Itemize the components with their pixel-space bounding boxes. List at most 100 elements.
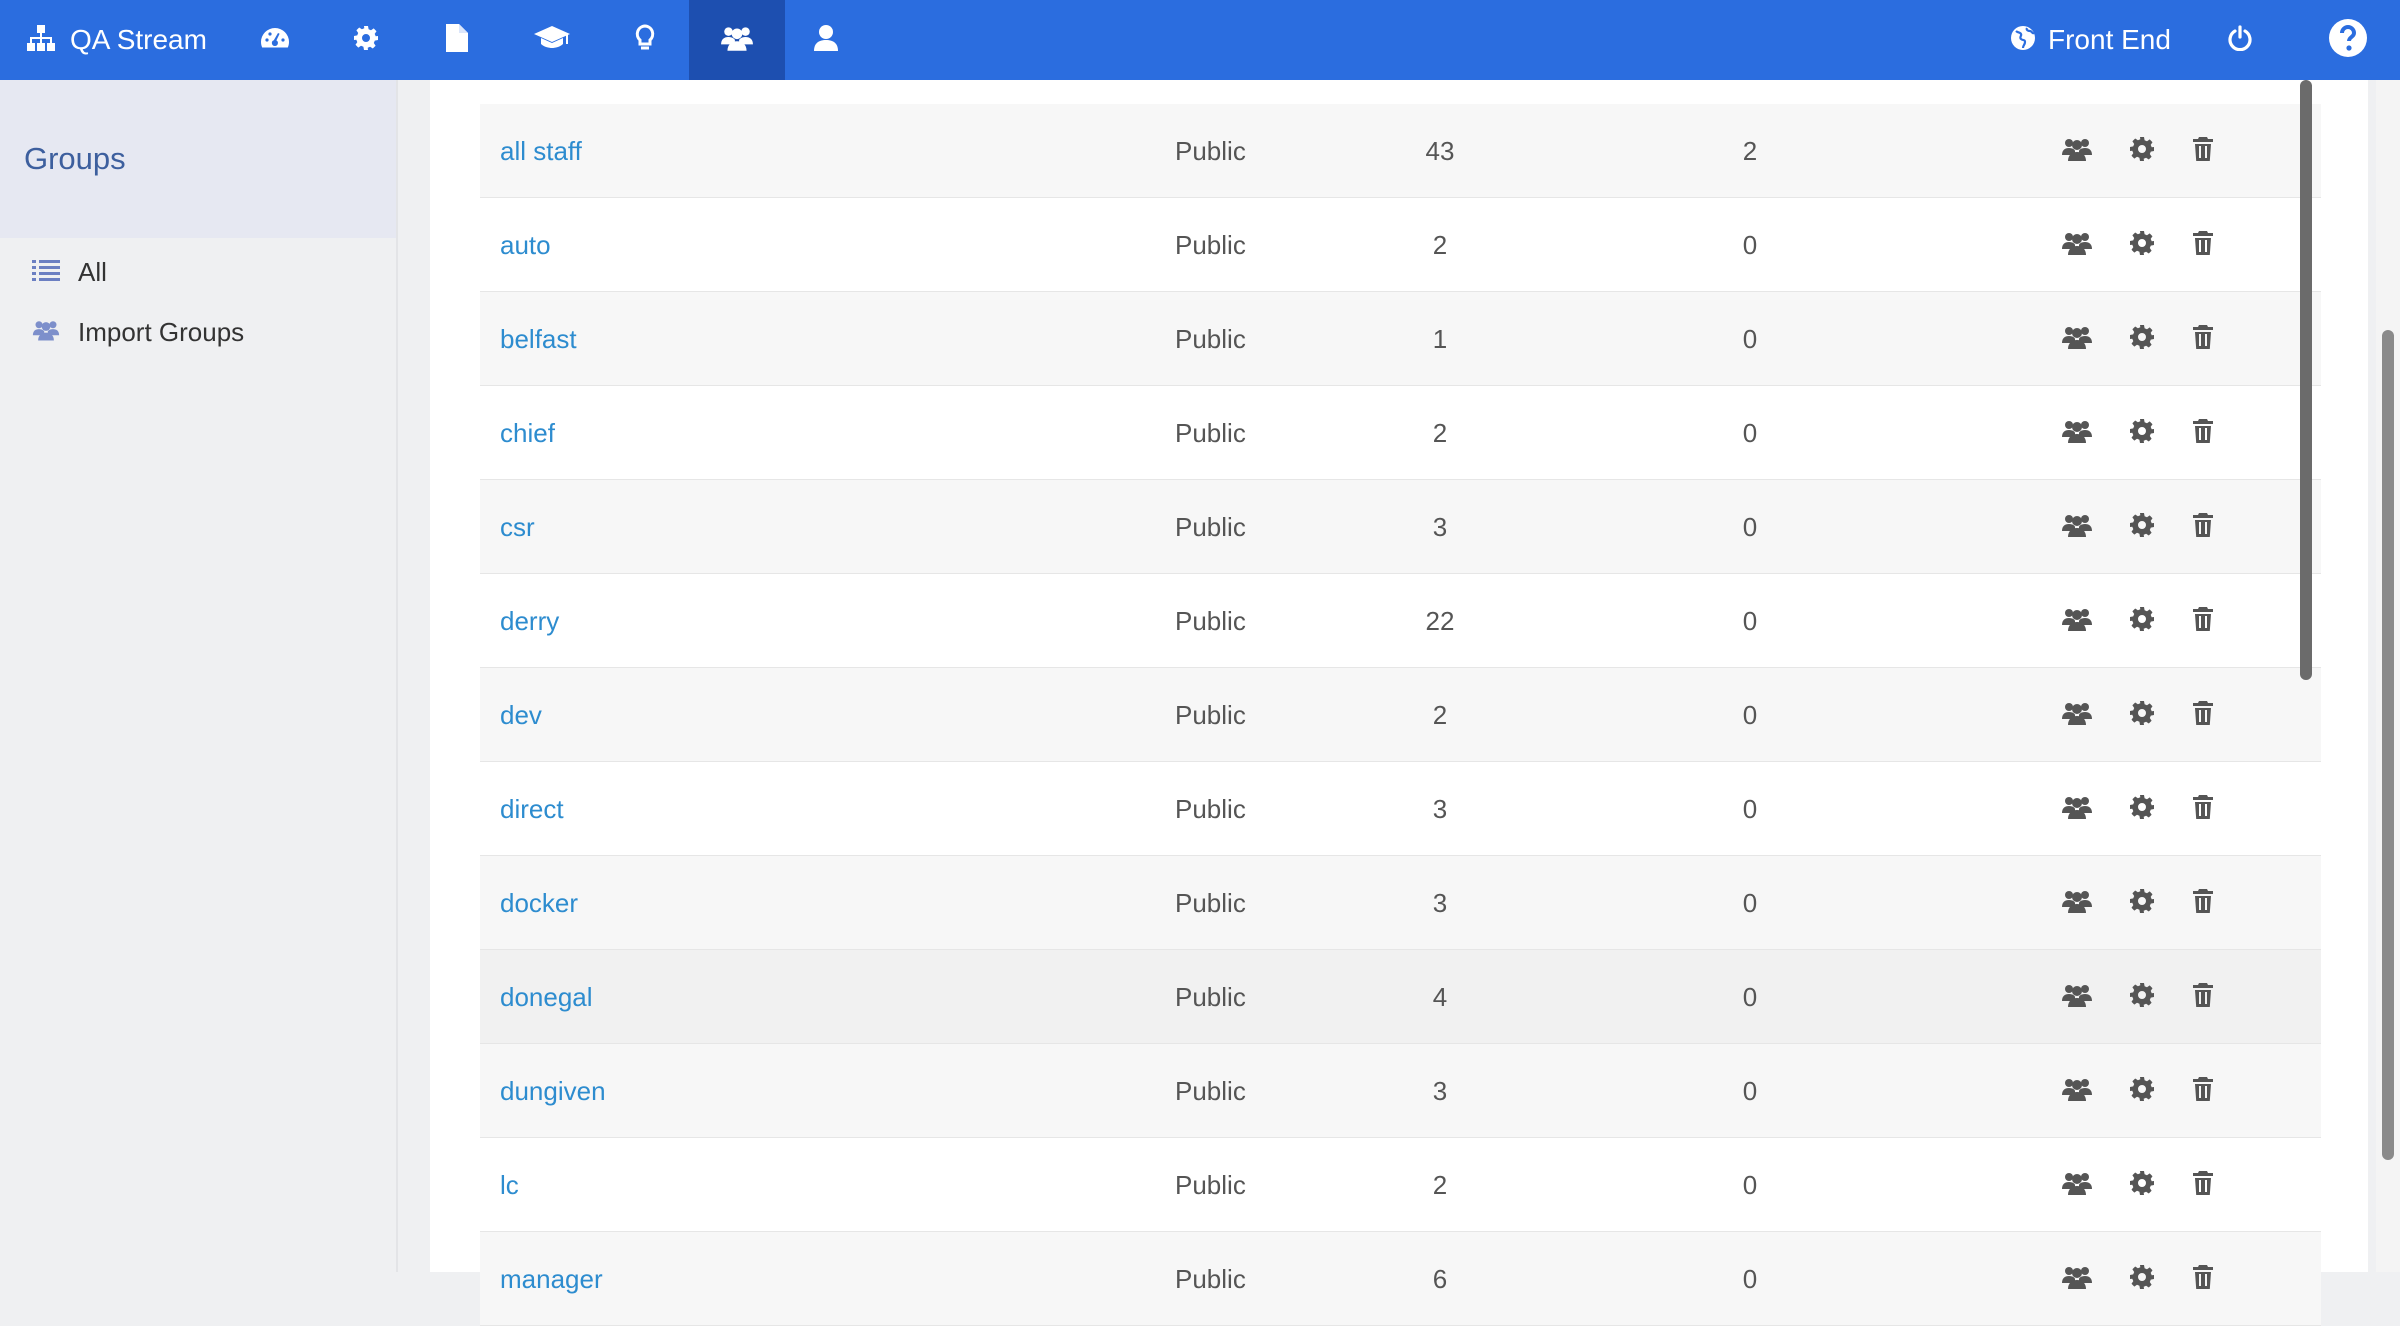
group-settings-button[interactable] <box>2117 480 2167 574</box>
delete-group-button[interactable] <box>2178 668 2228 762</box>
group-settings-button[interactable] <box>2117 198 2167 292</box>
nav-ideas[interactable] <box>597 0 693 80</box>
delete-group-button[interactable] <box>2178 1138 2228 1232</box>
manage-members-button[interactable] <box>2052 292 2102 386</box>
group-settings-button[interactable] <box>2117 1232 2167 1326</box>
group-name-link[interactable]: auto <box>500 198 551 292</box>
group-settings-button[interactable] <box>2117 668 2167 762</box>
front-end-link[interactable]: Front End <box>2010 0 2171 80</box>
manage-members-button[interactable] <box>2052 574 2102 668</box>
nav-documents[interactable] <box>409 0 505 80</box>
manage-members-button[interactable] <box>2052 480 2102 574</box>
sidebar-item-import-groups[interactable]: Import Groups <box>32 310 244 354</box>
delete-group-button[interactable] <box>2178 292 2228 386</box>
delete-group-button[interactable] <box>2178 198 2228 292</box>
table-row: manager Public 6 0 <box>480 1232 2321 1326</box>
manage-members-button[interactable] <box>2052 386 2102 480</box>
manage-members-button[interactable] <box>2052 762 2102 856</box>
group-settings-button[interactable] <box>2117 104 2167 198</box>
group-name-link[interactable]: lc <box>500 1138 519 1232</box>
group-type: Public <box>1175 1075 1246 1106</box>
table-row: dev Public 2 0 <box>480 668 2321 762</box>
group-name-link[interactable]: docker <box>500 856 578 950</box>
logout-button[interactable] <box>2192 0 2288 80</box>
delete-group-button[interactable] <box>2178 480 2228 574</box>
manage-members-button[interactable] <box>2052 198 2102 292</box>
group-type: Public <box>1175 229 1246 260</box>
gear-icon <box>2130 419 2154 448</box>
group-name-link[interactable]: donegal <box>500 950 593 1044</box>
group-settings-button[interactable] <box>2117 1044 2167 1138</box>
group-settings-button[interactable] <box>2117 762 2167 856</box>
delete-group-button[interactable] <box>2178 762 2228 856</box>
nav-groups[interactable] <box>689 0 785 80</box>
table-row: all staff Public 43 2 <box>480 104 2321 198</box>
table-row: direct Public 3 0 <box>480 762 2321 856</box>
group-settings-button[interactable] <box>2117 292 2167 386</box>
delete-group-button[interactable] <box>2178 1232 2228 1326</box>
delete-group-button[interactable] <box>2178 856 2228 950</box>
gear-icon <box>2130 1171 2154 1200</box>
group-settings-button[interactable] <box>2117 856 2167 950</box>
manage-members-button[interactable] <box>2052 104 2102 198</box>
delete-group-button[interactable] <box>2178 104 2228 198</box>
table-row: donegal Public 4 0 <box>480 950 2321 1044</box>
groups-table-panel: all staff Public 43 2 auto Public 2 0 be… <box>430 80 2368 1326</box>
group-secondary-count: 0 <box>1742 1075 1758 1106</box>
group-members-count: 2 <box>1432 699 1448 730</box>
group-secondary-count: 0 <box>1742 511 1758 542</box>
nav-dashboard[interactable] <box>227 0 323 80</box>
gear-icon <box>2130 795 2154 824</box>
nav-settings[interactable] <box>318 0 414 80</box>
nav-users[interactable] <box>778 0 874 80</box>
sidebar-item-all[interactable]: All <box>32 250 107 294</box>
group-settings-button[interactable] <box>2117 574 2167 668</box>
gear-icon <box>2130 607 2154 636</box>
nav-training[interactable] <box>504 0 600 80</box>
group-settings-button[interactable] <box>2117 386 2167 480</box>
group-settings-button[interactable] <box>2117 950 2167 1044</box>
manage-members-button[interactable] <box>2052 1138 2102 1232</box>
group-secondary-count: 0 <box>1742 699 1758 730</box>
delete-group-button[interactable] <box>2178 950 2228 1044</box>
group-members-count: 2 <box>1432 229 1448 260</box>
group-name-link[interactable]: chief <box>500 386 555 480</box>
manage-members-button[interactable] <box>2052 668 2102 762</box>
users-icon <box>32 319 60 346</box>
table-row: auto Public 2 0 <box>480 198 2321 292</box>
group-name-link[interactable]: csr <box>500 480 535 574</box>
page-scrollbar-thumb[interactable] <box>2382 330 2394 1160</box>
group-name-link[interactable]: dev <box>500 668 542 762</box>
delete-group-button[interactable] <box>2178 386 2228 480</box>
graduation-cap-icon <box>534 25 570 55</box>
group-secondary-count: 0 <box>1742 605 1758 636</box>
manage-members-button[interactable] <box>2052 856 2102 950</box>
manage-members-button[interactable] <box>2052 1044 2102 1138</box>
group-members-count: 2 <box>1432 1169 1448 1200</box>
group-name-link[interactable]: direct <box>500 762 564 856</box>
dashboard-icon <box>260 26 290 55</box>
users-icon <box>2061 325 2093 354</box>
group-name-link[interactable]: all staff <box>500 104 582 198</box>
trash-icon <box>2193 1265 2213 1294</box>
delete-group-button[interactable] <box>2178 1044 2228 1138</box>
group-name-link[interactable]: derry <box>500 574 559 668</box>
help-button[interactable] <box>2300 0 2396 80</box>
manage-members-button[interactable] <box>2052 950 2102 1044</box>
sitemap-icon <box>26 24 56 56</box>
file-icon <box>446 23 468 57</box>
brand-link[interactable]: QA Stream <box>26 0 207 80</box>
gear-icon <box>2130 1077 2154 1106</box>
manage-members-button[interactable] <box>2052 1232 2102 1326</box>
group-type: Public <box>1175 887 1246 918</box>
delete-group-button[interactable] <box>2178 574 2228 668</box>
users-icon <box>720 25 754 56</box>
group-name-link[interactable]: manager <box>500 1232 603 1326</box>
group-secondary-count: 0 <box>1742 887 1758 918</box>
group-settings-button[interactable] <box>2117 1138 2167 1232</box>
table-scrollbar[interactable] <box>2300 80 2312 680</box>
group-name-link[interactable]: belfast <box>500 292 577 386</box>
group-name-link[interactable]: dungiven <box>500 1044 606 1138</box>
trash-icon <box>2193 889 2213 918</box>
group-secondary-count: 0 <box>1742 417 1758 448</box>
